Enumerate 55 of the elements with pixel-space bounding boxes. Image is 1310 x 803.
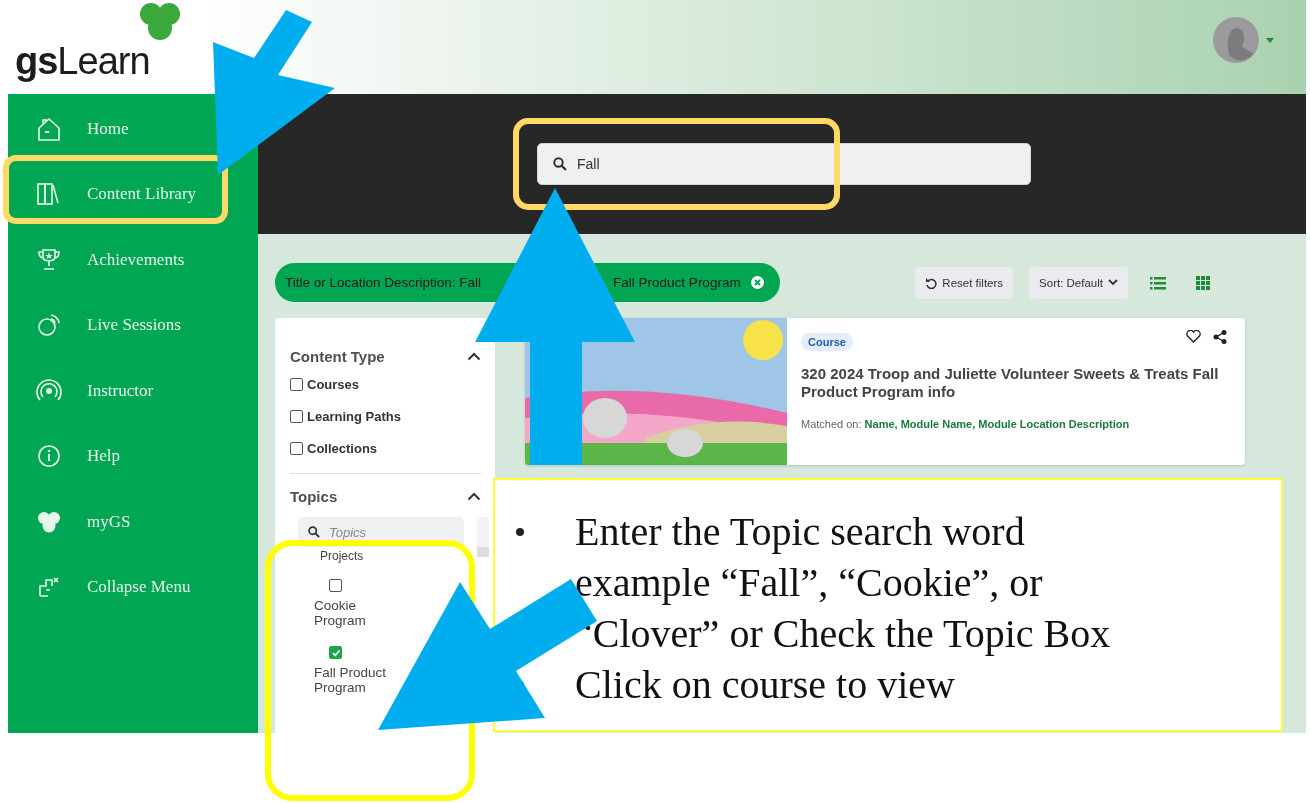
trefoil-icon (137, 2, 182, 42)
reset-filters-button[interactable]: Reset filters (915, 266, 1014, 299)
topics-search-input[interactable]: Topics (329, 524, 449, 540)
chevron-up-icon[interactable] (467, 492, 481, 501)
sidebar-item[interactable]: Collapse Menu (8, 554, 195, 620)
sidebar-item[interactable]: Instructor (8, 358, 158, 424)
section-title: Content Type (290, 348, 385, 365)
close-icon[interactable] (750, 276, 764, 289)
checkbox[interactable] (290, 442, 303, 455)
logo-text: gsLearn (15, 39, 150, 82)
instruction-text: Click on course to view (575, 661, 955, 709)
course-badge: Course (801, 333, 853, 351)
section-title: Topics (290, 488, 338, 505)
grid-view-icon[interactable] (1196, 275, 1210, 290)
chip-text: Fall Product Program (613, 275, 741, 290)
checkbox-label: Collections (307, 441, 378, 456)
checkbox[interactable] (329, 579, 342, 592)
course-title[interactable]: 320 2024 Troop and Juliette Volunteer Sweets & Treats Fall Product Program info (801, 365, 1227, 401)
sort-dropdown[interactable]: Sort: Default (1029, 266, 1128, 299)
course-card[interactable]: Course 320 2024 Troop and Juliette Volunteer Sweets & Treats Fall Product Program info Matched on: Name, Module Name, Module Location Description (525, 318, 1245, 465)
list-view-icon[interactable] (1150, 275, 1166, 290)
broadcast-icon (36, 312, 62, 339)
search-icon (553, 157, 567, 171)
chevron-up-icon[interactable] (467, 352, 481, 361)
share-icon[interactable] (1213, 330, 1227, 344)
sidebar-item[interactable]: Content Library (8, 161, 201, 227)
chevron-down-icon (1108, 279, 1118, 286)
info-icon (36, 443, 62, 470)
checkbox[interactable] (290, 410, 303, 423)
caret-icon[interactable] (1266, 37, 1274, 43)
search-input[interactable]: Fall (577, 156, 977, 172)
scrollbar[interactable] (477, 517, 489, 557)
chip-text: Title or Location Description: Fall (285, 275, 482, 290)
checkbox-label: Courses (307, 377, 360, 392)
topic-label: Projects (320, 549, 365, 563)
home-icon (36, 115, 62, 142)
avatar-icon[interactable] (1212, 16, 1260, 64)
search-icon (308, 526, 320, 538)
trophy-icon (36, 246, 62, 273)
topic-label: Cookie Program (314, 598, 367, 628)
checkbox[interactable] (290, 378, 303, 391)
undo-icon (925, 276, 938, 289)
checkbox[interactable] (329, 646, 342, 659)
sidebar-item[interactable]: Help (8, 423, 125, 489)
matched-on-text: Matched on: Name, Module Name, Module Location Description (801, 418, 1131, 430)
books-icon (36, 181, 62, 208)
bullet-icon (516, 527, 524, 536)
sidebar-item[interactable]: Live Sessions (8, 292, 185, 358)
sidebar-item[interactable]: Home (8, 96, 133, 162)
sidebar-item[interactable]: Achievements (8, 227, 189, 293)
search-field[interactable]: Fall (537, 143, 1031, 185)
sidebar-item[interactable]: myGS (8, 489, 135, 555)
heart-icon[interactable] (1186, 330, 1201, 343)
topic-label: Fall Product Program (314, 665, 388, 695)
checkbox-label: Learning Paths (307, 409, 401, 424)
